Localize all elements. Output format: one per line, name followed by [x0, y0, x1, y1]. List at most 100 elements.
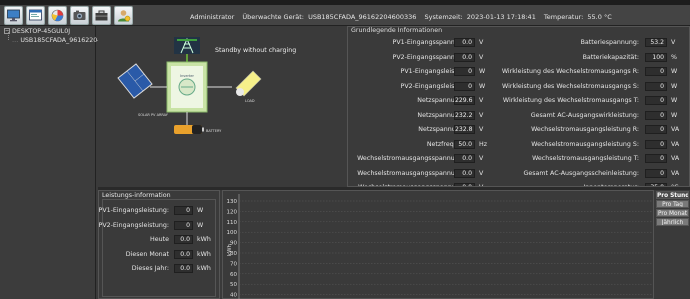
range-button[interactable]: Pro Tag — [656, 200, 689, 208]
device-button[interactable] — [70, 6, 89, 25]
info-right-value: 0 — [645, 125, 667, 134]
perf-label: PV2-Eingangsleistung: — [98, 221, 169, 229]
range-button[interactable]: Pro Stunde — [656, 191, 689, 199]
light-bulb-icon — [235, 70, 262, 97]
info-left-value: 232.2 — [454, 110, 475, 120]
info-right-value: 0 — [645, 81, 667, 91]
y-tick-label: 120 — [227, 209, 238, 215]
camera-icon — [73, 10, 86, 20]
operating-status: Standby without charging — [215, 47, 296, 54]
inverter-label: Inverter — [180, 74, 194, 78]
info-right-unit: W — [671, 82, 678, 90]
perf-label: Heute — [150, 236, 169, 243]
info-left-unit: W — [479, 82, 486, 90]
info-right-unit: VA — [671, 169, 680, 177]
chart-frame — [222, 190, 654, 299]
toolbar: Administrator Überwachte Gerät: USB185CF… — [0, 5, 690, 26]
monitor-button[interactable] — [4, 6, 23, 25]
info-left-value: 232.8 — [454, 125, 475, 134]
perf-label: PV1-Eingangsleistung: — [98, 207, 169, 214]
system-time: 2023-01-13 17:18:41 — [466, 13, 536, 21]
perf-value: 0 — [174, 220, 193, 230]
range-button[interactable]: Pro Monat — [656, 209, 689, 217]
load-label: LOAD — [245, 99, 255, 103]
perf-label: Dieses Jahr: — [131, 265, 169, 272]
device-label: Überwachte Gerät: — [242, 13, 304, 21]
info-right-label: Wechselstromausgangsleistung R: — [531, 126, 639, 133]
info-right-value: 0 — [645, 139, 667, 149]
tree-root[interactable]: − DESKTOP-45GUL0J — [4, 28, 70, 35]
current-user: Administrator — [190, 13, 235, 21]
info-right-value: 53.2 — [645, 38, 667, 47]
perf-title: Leistungs-information — [102, 192, 171, 199]
temp-label: Temperatur: — [543, 13, 584, 21]
perf-group: PV1-Eingangsleistung: 0 W PV2-Eingangsleist… — [98, 199, 216, 297]
y-tick-label: 130 — [227, 199, 238, 205]
info-left-unit: V — [479, 39, 484, 46]
solar-panel-icon — [117, 63, 153, 99]
info-right-value: 100 — [645, 52, 667, 62]
info-left-unit: V — [479, 53, 484, 61]
info-right-unit: VA — [671, 140, 680, 148]
perf-unit: W — [197, 207, 204, 214]
system-diagram: Inverter SOLAR PV ARRAY LOAD BATTERY Sta… — [98, 26, 346, 187]
settings-window-icon — [29, 9, 42, 21]
perf-label: Diesen Monat — [125, 250, 169, 258]
time-label: Systemzeit: — [424, 13, 463, 21]
info-left-value: 229.6 — [454, 96, 475, 105]
info-right-value: 0 — [645, 168, 667, 178]
info-title: Grundlegende Informationen — [351, 27, 443, 34]
perf-unit: kWh — [197, 265, 211, 272]
settings-button[interactable] — [26, 6, 45, 25]
user-icon — [118, 10, 131, 22]
info-left-unit: V — [479, 155, 484, 162]
info-right-unit: W — [671, 68, 678, 75]
info-right-label: Wirkleistung des Wechselstromausgangs T: — [502, 97, 639, 104]
device-id: USB185CFADA_96162204600336 — [308, 13, 417, 21]
info-right-label: Gesamt AC-Ausgangswirkleistung: — [530, 111, 639, 119]
device-tree: − DESKTOP-45GUL0J … USB185CFADA_96162204… — [0, 26, 113, 299]
info-right-value: 0 — [645, 154, 667, 163]
expand-minus-icon[interactable]: − — [4, 28, 10, 34]
pie-chart-icon — [51, 9, 64, 22]
y-tick-label: 50 — [230, 282, 237, 288]
grid-tower-icon — [174, 37, 200, 54]
info-right-unit: % — [671, 53, 677, 61]
y-tick-label: 110 — [227, 220, 238, 226]
info-right-unit: VA — [671, 155, 680, 162]
log-button[interactable] — [92, 6, 111, 25]
toolbox-icon — [95, 10, 108, 21]
performance-panel: Leistungs-information PV1-Eingangsleistu… — [98, 190, 220, 299]
info-right-value: 0 — [645, 110, 667, 120]
status-bar: Administrator Überwachte Gerät: USB185CF… — [190, 13, 618, 21]
y-tick-label: 60 — [230, 272, 237, 278]
user-button[interactable] — [114, 6, 133, 25]
info-left-value: 0 — [454, 81, 475, 91]
info-left-unit: V — [479, 111, 484, 119]
perf-unit: kWh — [197, 236, 211, 243]
data-button[interactable] — [48, 6, 67, 25]
y-tick-label: 70 — [230, 261, 237, 267]
temperature: 55.0 °C — [587, 13, 612, 21]
info-right-value: 0 — [645, 67, 667, 76]
perf-value: 0.0 — [174, 264, 193, 273]
info-left-unit: W — [479, 68, 486, 75]
info-right-unit: V — [671, 39, 676, 46]
monitor-icon — [7, 9, 20, 22]
inverter-icon — [166, 61, 208, 113]
basic-info-panel: Grundlegende Informationen PV1-Eingangss… — [347, 26, 690, 187]
info-left-unit: Hz — [479, 140, 488, 148]
y-tick-label: 100 — [227, 230, 238, 236]
info-left-unit: V — [479, 169, 484, 177]
battery-icon — [174, 125, 204, 134]
battery-label: BATTERY — [206, 129, 222, 133]
info-left-unit: V — [479, 126, 484, 133]
info-left-value: 50.0 — [454, 139, 475, 149]
range-buttons: Pro StundePro TagPro MonatJährlich — [655, 190, 690, 299]
info-right-label: Wechselstromausgangsleistung T: — [532, 155, 639, 162]
info-left-value: 0 — [454, 67, 475, 76]
range-button[interactable]: Jährlich — [656, 218, 689, 226]
y-tick-label: 40 — [230, 293, 237, 299]
info-right-unit: W — [671, 97, 678, 104]
energy-chart: 130 120 110 100 90 80 70 60 50 40 kWh — [222, 190, 654, 299]
